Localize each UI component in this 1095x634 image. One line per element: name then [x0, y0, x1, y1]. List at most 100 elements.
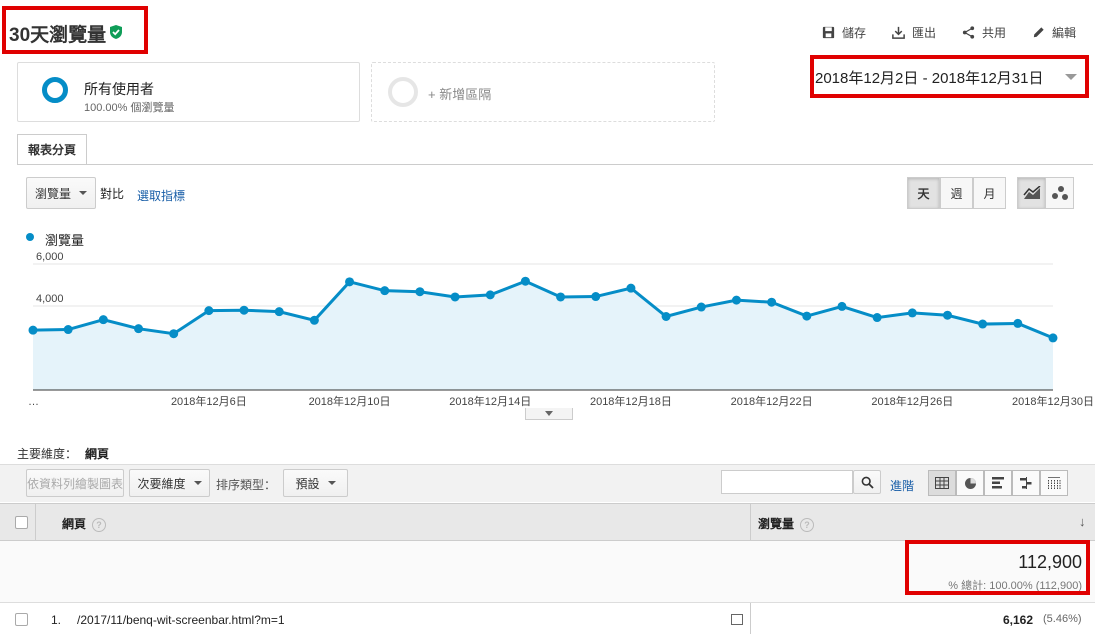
column-header-page[interactable]: 網頁? [62, 515, 107, 532]
data-point [1013, 318, 1023, 328]
comparison-icon [1019, 477, 1031, 489]
segment-name: 所有使用者 [84, 81, 154, 97]
bubble-chart-icon [1051, 186, 1068, 200]
save-label: 儲存 [842, 26, 867, 40]
data-point [28, 325, 38, 335]
advanced-filter-link[interactable]: 進階 [890, 477, 914, 494]
column-header-views-label: 瀏覽量 [758, 517, 795, 531]
search-button[interactable] [853, 470, 881, 494]
x-tick-label: 2018年12月18日 [590, 394, 672, 408]
help-icon[interactable]: ? [92, 517, 107, 532]
column-header-page-label: 網頁 [62, 517, 87, 531]
data-point [556, 292, 566, 302]
granularity-day-button[interactable]: 天 [907, 177, 940, 209]
tab-report[interactable]: 報表分頁 [17, 134, 87, 164]
empty-segment-ring-icon [388, 77, 418, 107]
save-icon [822, 26, 835, 39]
data-point [345, 277, 355, 287]
metric-dropdown[interactable]: 瀏覽量 [26, 177, 96, 209]
edit-icon [1033, 27, 1044, 38]
primary-dimension-label: 主要維度： [17, 447, 78, 461]
data-point [485, 290, 495, 300]
series-area [33, 281, 1053, 390]
data-point [591, 292, 601, 302]
data-point [204, 306, 214, 316]
comparison-view-button[interactable] [1012, 470, 1040, 496]
edit-button[interactable]: 編輯 [1031, 24, 1076, 41]
share-icon [962, 26, 975, 39]
x-tick-label: 2018年12月14日 [449, 394, 531, 408]
primary-dimension-page[interactable]: 網頁 [85, 445, 109, 462]
data-point [872, 313, 882, 323]
data-point [134, 324, 144, 334]
select-all-checkbox[interactable] [15, 516, 28, 529]
sort-type-dropdown[interactable]: 預設 [283, 469, 348, 497]
data-point [802, 311, 812, 321]
data-point [239, 305, 249, 315]
x-tick-label: 2018年12月6日 [171, 394, 247, 408]
caret-down-icon [327, 481, 336, 485]
sort-type-label: 排序類型： [216, 478, 277, 492]
legend-label: 瀏覽量 [45, 233, 85, 248]
pivot-view-button[interactable] [1040, 470, 1068, 496]
data-point [63, 325, 73, 335]
views-line-chart: 6,0004,0002,000…2018年12月6日2018年12月10日201… [28, 251, 1094, 408]
row-number: 1. [51, 613, 62, 627]
highlight-total [905, 540, 1090, 595]
caret-down-icon [193, 481, 202, 485]
x-tick-label: 2018年12月10日 [309, 394, 391, 408]
share-button[interactable]: 共用 [961, 24, 1006, 41]
export-label: 匯出 [912, 26, 937, 40]
caret-down-icon [79, 191, 87, 195]
table-search-input[interactable] [721, 470, 853, 494]
segment-ring-icon [42, 77, 68, 103]
sort-desc-arrow-icon[interactable]: ↓ [1079, 514, 1086, 529]
x-tick-label: … [28, 396, 39, 408]
versus-label: 對比 [100, 187, 125, 201]
select-metric-link[interactable]: 選取指標 [137, 187, 185, 204]
data-point [98, 315, 108, 325]
row-views-value: 6,162 [1003, 613, 1034, 627]
pivot-icon [1048, 477, 1061, 489]
table-view-button[interactable] [928, 470, 956, 496]
grid-icon [935, 477, 949, 489]
add-segment-label: + 新增區隔 [428, 87, 492, 102]
performance-view-button[interactable] [984, 470, 1012, 496]
data-point [626, 283, 636, 293]
search-icon [861, 476, 874, 489]
share-label: 共用 [982, 26, 1007, 40]
collapse-chart-button[interactable] [525, 408, 573, 420]
highlight-date-range [810, 55, 1089, 98]
data-point [942, 310, 952, 320]
row-page-link[interactable]: /2017/11/benq-wit-screenbar.html?m=1 [77, 613, 285, 627]
chevron-down-icon [545, 411, 553, 416]
data-point [169, 329, 179, 339]
add-segment-button[interactable]: + 新增區隔 [371, 62, 715, 122]
save-button[interactable]: 儲存 [821, 24, 866, 41]
bubble-chart-button[interactable] [1045, 177, 1074, 209]
pie-view-button[interactable] [956, 470, 984, 496]
column-header-views[interactable]: 瀏覽量? [758, 515, 815, 532]
granularity-month-button[interactable]: 月 [973, 177, 1006, 209]
line-chart-button[interactable] [1017, 177, 1046, 209]
row-checkbox[interactable] [15, 613, 28, 626]
plot-rows-button[interactable]: 依資料列繪製圖表 [26, 469, 124, 497]
x-tick-label: 2018年12月26日 [871, 394, 953, 408]
export-button[interactable]: 匯出 [891, 24, 936, 41]
metric-dropdown-label: 瀏覽量 [34, 186, 71, 201]
sort-type-value: 預設 [295, 476, 320, 491]
external-link-icon[interactable] [731, 614, 743, 625]
data-point [450, 292, 460, 302]
secondary-dimension-dropdown[interactable]: 次要維度 [129, 469, 210, 497]
segment-all-users[interactable]: 所有使用者 100.00% 個瀏覽量 [17, 62, 360, 122]
data-point [837, 301, 847, 311]
data-point [696, 302, 706, 312]
y-tick-label: 6,000 [36, 251, 64, 263]
legend-dot [26, 233, 34, 241]
granularity-week-button[interactable]: 週 [940, 177, 973, 209]
data-point [907, 308, 917, 318]
export-icon [892, 26, 905, 39]
help-icon[interactable]: ? [800, 517, 815, 532]
x-tick-label: 2018年12月30日 [1012, 394, 1094, 408]
data-point [415, 287, 425, 297]
